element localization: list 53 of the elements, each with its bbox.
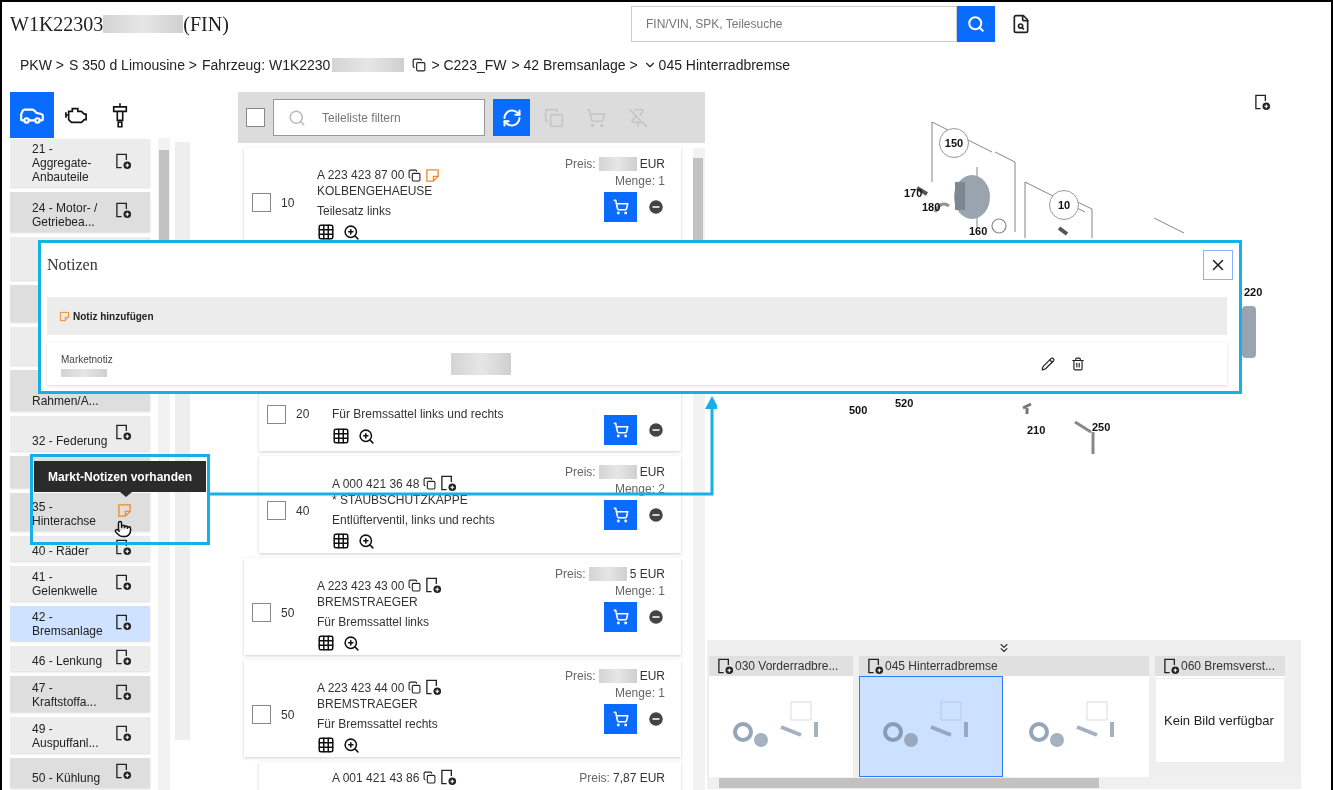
price-value: 5 EUR [629, 566, 665, 583]
position-number: 20 [295, 406, 311, 423]
thumbnail-title: 030 Vorderradbre... [735, 658, 839, 675]
price-label: Preis: [564, 668, 596, 685]
group-label: 42 - Bremsanlage [32, 610, 104, 638]
group-label: 47 - Kraftstoffa... [32, 681, 98, 709]
price-value: 7,87 EUR [612, 770, 665, 787]
part-description: Für Bremssattel rechts [317, 716, 439, 732]
note-label: Marketnotiz [61, 352, 114, 367]
part-name: BREMSTRAEGER [317, 594, 419, 610]
part-name: BREMSTRAEGER [317, 696, 419, 712]
vehicle-title: W1K22303 [10, 12, 104, 37]
price-value: EUR [639, 668, 665, 685]
part-description: Entlüfterventil, links und rechts [332, 512, 495, 528]
no-image-text: Kein Bild verfügbar [1164, 711, 1274, 730]
thumbnail-title: 060 Bremsverst... [1181, 658, 1276, 675]
part-description: Teilesatz links [317, 203, 393, 219]
thumbnail-title: 045 Hinterradbremse [885, 658, 998, 675]
group-label: 32 - Federung [32, 434, 109, 448]
price-label: Preis: [564, 464, 596, 481]
group-label: 49 - Auspuffanl... [32, 722, 100, 750]
group-label: 50 - Kühlung [32, 771, 102, 785]
part-number: A 223 423 43 00 [317, 577, 405, 594]
part-number: A 000 421 36 48 [332, 475, 420, 492]
tooltip-text: Markt-Notizen vorhanden [48, 468, 192, 486]
price-label: Preis: [554, 566, 586, 583]
price-label: Preis: [579, 770, 610, 787]
group-label: 35 - Hinterachse [32, 500, 98, 528]
group-label: 40 - Räder [32, 544, 90, 558]
group-label: 41 - Gelenkwelle [32, 570, 99, 598]
position-number: 50 [280, 706, 296, 724]
group-label: 24 - Motor- / Getriebea... [32, 201, 99, 229]
price-value: EUR [639, 156, 665, 173]
part-description: Für Bremssattel links [317, 614, 431, 630]
part-description: Für Bremssattel links und rechts [332, 406, 504, 423]
vehicle-title-suffix: (FIN) [183, 12, 229, 38]
position-number: 40 [295, 502, 311, 520]
position-number: 50 [280, 604, 296, 622]
quantity: Menge: 1 [614, 174, 665, 188]
part-name: * STAUBSCHUTZKAPPE [332, 492, 469, 508]
group-label: 21 - Aggregate-Anbauteile [32, 142, 93, 184]
price-label: Preis: [564, 156, 596, 173]
part-number: A 223 423 44 00 [317, 679, 405, 696]
part-name: KOLBENGEHAEUSE [317, 183, 434, 199]
quantity: Menge: 1 [614, 686, 665, 700]
group-label: 46 - Lenkung [32, 654, 104, 668]
part-number: A 223 423 87 00 [317, 167, 405, 183]
quantity: Menge: 1 [614, 584, 665, 598]
dialog-title: Notizen [47, 255, 98, 275]
position-number: 10 [280, 194, 296, 212]
part-number: A 001 421 43 86 [332, 769, 420, 786]
price-value: EUR [639, 464, 665, 481]
group-label: Rahmen/A... [32, 394, 100, 408]
